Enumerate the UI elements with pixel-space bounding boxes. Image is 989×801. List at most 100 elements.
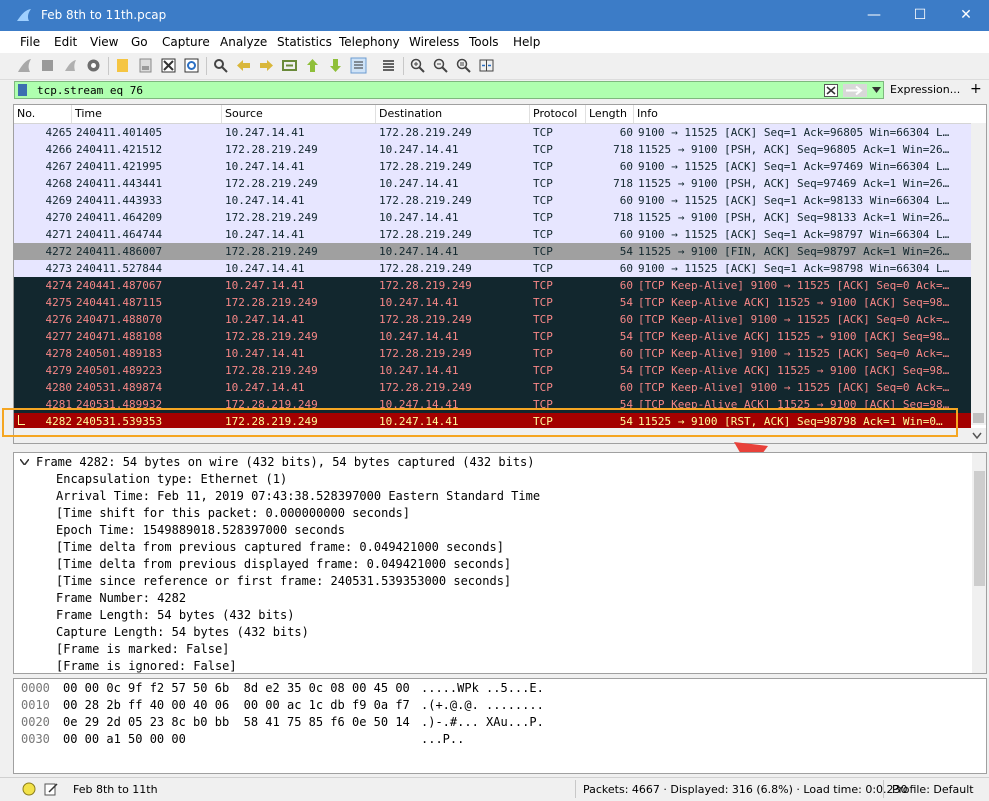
byte-ascii[interactable]: ...P.. <box>421 731 464 748</box>
start-capture-fin-icon[interactable] <box>16 57 33 74</box>
stop-capture-icon[interactable] <box>39 57 56 74</box>
go-forward-arrow-icon[interactable] <box>258 57 275 74</box>
open-file-icon[interactable] <box>114 57 131 74</box>
packet-row-4273[interactable]: 4273 240411.527844 10.247.14.41 172.28.219.… <box>14 260 971 277</box>
byte-hex[interactable]: 00 00 0c 9f f2 57 50 6b 8d e2 35 0c 08 0… <box>63 680 410 697</box>
capture-options-gear-icon[interactable] <box>85 57 102 74</box>
status-profile[interactable]: Profile: Default <box>892 783 974 796</box>
maximize-button[interactable]: ☐ <box>897 0 943 31</box>
detail-line[interactable]: [Frame is ignored: False] <box>56 658 237 673</box>
column-header-info[interactable]: Info <box>634 105 986 123</box>
packet-row-4274[interactable]: 4274 240441.487067 10.247.14.41 172.28.219.… <box>14 277 971 294</box>
resize-columns-icon[interactable] <box>478 57 495 74</box>
expression-button[interactable]: Expression... <box>890 83 960 96</box>
packet-row-4266[interactable]: 4266 240411.421512 172.28.219.249 10.247.14… <box>14 141 971 158</box>
packet-row-4269[interactable]: 4269 240411.443933 10.247.14.41 172.28.219.… <box>14 192 971 209</box>
add-filter-button[interactable]: + <box>970 81 982 97</box>
packet-length: 54 <box>619 330 633 343</box>
menu-edit[interactable]: Edit <box>54 35 77 49</box>
packet-row-4267[interactable]: 4267 240411.421995 10.247.14.41 172.28.219.… <box>14 158 971 175</box>
detail-line[interactable]: Arrival Time: Feb 11, 2019 07:43:38.5283… <box>56 488 540 505</box>
packet-row-4265[interactable]: 4265 240411.401405 10.247.14.41 172.28.219.… <box>14 124 971 141</box>
packet-row-4276[interactable]: 4276 240471.488070 10.247.14.41 172.28.219.… <box>14 311 971 328</box>
capture-comment-edit-icon[interactable] <box>44 782 58 796</box>
scroll-down-chevron-icon[interactable] <box>972 432 982 439</box>
expert-info-status-icon[interactable] <box>22 782 36 796</box>
packet-list-vertical-scrollbar[interactable] <box>971 123 986 425</box>
column-header-protocol[interactable]: Protocol <box>530 105 586 123</box>
clear-filter-icon[interactable] <box>824 84 838 97</box>
byte-ascii[interactable]: .)-.#... XAu...P. <box>421 714 544 731</box>
packet-row-4280[interactable]: 4280 240531.489874 10.247.14.41 172.28.219.… <box>14 379 971 396</box>
reload-file-icon[interactable] <box>183 57 200 74</box>
zoom-out-icon[interactable] <box>432 57 449 74</box>
normal-size-icon[interactable] <box>455 57 472 74</box>
packet-row-4278[interactable]: 4278 240501.489183 10.247.14.41 172.28.219.… <box>14 345 971 362</box>
scrollbar-thumb[interactable] <box>974 471 985 586</box>
detail-line[interactable]: [Time delta from previous captured frame… <box>56 539 504 556</box>
menu-help[interactable]: Help <box>513 35 540 49</box>
go-back-arrow-icon[interactable] <box>235 57 252 74</box>
expand-chevron-down-icon[interactable] <box>20 459 29 465</box>
column-header-no[interactable]: No. <box>14 105 72 123</box>
packet-row-4271[interactable]: 4271 240411.464744 10.247.14.41 172.28.219.… <box>14 226 971 243</box>
packet-bytes-pane: 0000 00 00 0c 9f f2 57 50 6b 8d e2 35 0c… <box>13 678 987 774</box>
filter-text: tcp.stream eq 76 <box>37 84 143 97</box>
go-to-last-packet-icon[interactable] <box>327 57 344 74</box>
packet-row-4277[interactable]: 4277 240471.488108 172.28.219.249 10.247.14… <box>14 328 971 345</box>
detail-line[interactable]: [Frame is marked: False] <box>56 641 229 658</box>
detail-line[interactable]: Capture Length: 54 bytes (432 bits) <box>56 624 309 641</box>
packet-row-4270[interactable]: 4270 240411.464209 172.28.219.249 10.247.14… <box>14 209 971 226</box>
byte-hex[interactable]: 00 00 a1 50 00 00 <box>63 731 186 748</box>
detail-line[interactable]: [Time since reference or first frame: 24… <box>56 573 511 590</box>
byte-ascii[interactable]: .....WPk ..5...E. <box>421 680 544 697</box>
close-button[interactable]: ✕ <box>943 0 989 31</box>
close-file-icon[interactable] <box>160 57 177 74</box>
byte-ascii[interactable]: .(+.@.@. ........ <box>421 697 544 714</box>
packet-row-4279[interactable]: 4279 240501.489223 172.28.219.249 10.247.14… <box>14 362 971 379</box>
go-to-first-packet-icon[interactable] <box>304 57 321 74</box>
auto-scroll-icon[interactable] <box>350 57 367 74</box>
menu-file[interactable]: File <box>20 35 40 49</box>
go-to-packet-icon[interactable] <box>281 57 298 74</box>
byte-hex[interactable]: 0e 29 2d 05 23 8c b0 bb 58 41 75 85 f6 0… <box>63 714 410 731</box>
details-vertical-scrollbar[interactable] <box>972 453 986 673</box>
colorize-list-icon[interactable] <box>380 57 397 74</box>
detail-line[interactable]: [Time shift for this packet: 0.000000000… <box>56 505 410 522</box>
menu-wireless[interactable]: Wireless <box>409 35 459 49</box>
packet-time: 240411.464209 <box>76 211 163 224</box>
apply-filter-arrow-icon[interactable] <box>843 84 867 97</box>
filter-history-chevron-down-icon[interactable] <box>872 87 881 93</box>
column-header-destination[interactable]: Destination <box>376 105 530 123</box>
detail-line[interactable]: Frame Length: 54 bytes (432 bits) <box>56 607 294 624</box>
filter-bookmark-icon[interactable] <box>18 84 27 96</box>
menu-capture[interactable]: Capture <box>162 35 210 49</box>
menu-telephony[interactable]: Telephony <box>339 35 400 49</box>
find-packet-search-icon[interactable] <box>212 57 229 74</box>
frame-summary-line[interactable]: Frame 4282: 54 bytes on wire (432 bits),… <box>36 454 535 471</box>
scrollbar-thumb[interactable] <box>973 413 984 423</box>
minimize-button[interactable]: — <box>851 0 897 31</box>
column-header-source[interactable]: Source <box>222 105 376 123</box>
detail-line[interactable]: Epoch Time: 1549889018.528397000 seconds <box>56 522 345 539</box>
menu-statistics[interactable]: Statistics <box>277 35 332 49</box>
column-header-time[interactable]: Time <box>72 105 222 123</box>
column-header-length[interactable]: Length <box>586 105 634 123</box>
save-file-icon[interactable] <box>137 57 154 74</box>
zoom-in-icon[interactable] <box>409 57 426 74</box>
menu-go[interactable]: Go <box>131 35 148 49</box>
packet-destination: 172.28.219.249 <box>379 126 472 139</box>
restart-capture-icon[interactable] <box>62 57 79 74</box>
packet-row-4275[interactable]: 4275 240441.487115 172.28.219.249 10.247.14… <box>14 294 971 311</box>
packet-time: 240441.487115 <box>76 296 163 309</box>
detail-line[interactable]: Encapsulation type: Ethernet (1) <box>56 471 287 488</box>
packet-row-4268[interactable]: 4268 240411.443441 172.28.219.249 10.247.14… <box>14 175 971 192</box>
detail-line[interactable]: Frame Number: 4282 <box>56 590 186 607</box>
display-filter-input[interactable]: tcp.stream eq 76 <box>14 81 884 99</box>
menu-view[interactable]: View <box>90 35 118 49</box>
menu-analyze[interactable]: Analyze <box>220 35 267 49</box>
detail-line[interactable]: [Time delta from previous displayed fram… <box>56 556 511 573</box>
packet-row-4272[interactable]: 4272 240411.486007 172.28.219.249 10.247.14… <box>14 243 971 260</box>
byte-hex[interactable]: 00 28 2b ff 40 00 40 06 00 00 ac 1c db f… <box>63 697 410 714</box>
menu-tools[interactable]: Tools <box>469 35 499 49</box>
